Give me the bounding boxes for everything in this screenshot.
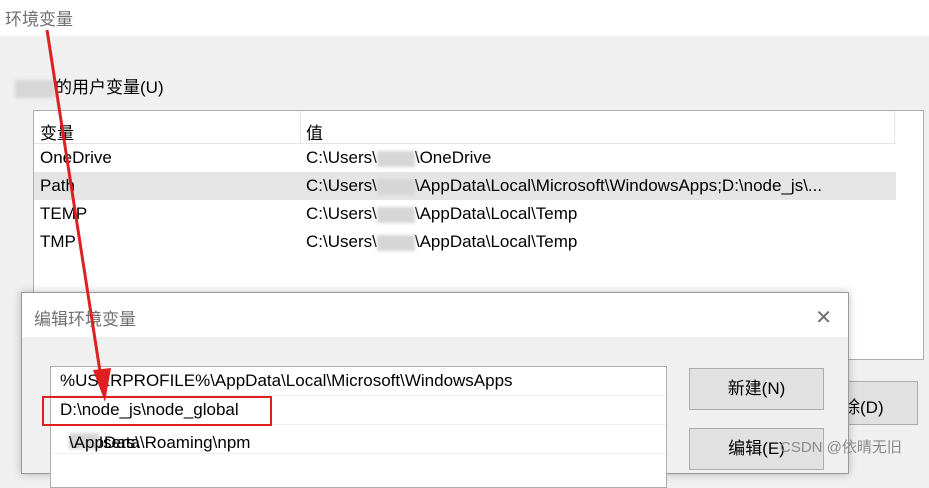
arrow-shaft — [45, 29, 103, 379]
watermark: CSDN @依晴无旧 — [780, 439, 902, 456]
arrow-head — [93, 368, 111, 402]
annotation-arrow — [45, 29, 111, 402]
